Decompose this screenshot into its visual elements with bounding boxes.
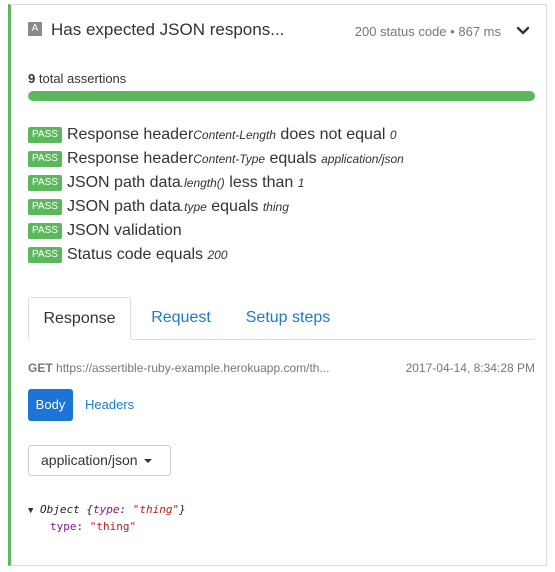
assertion-type-badge: A (28, 22, 42, 36)
assertion-item: PASS Response header Content-Length does… (28, 123, 404, 147)
assertion-text: Response header (66, 126, 194, 143)
request-method: GET (28, 361, 53, 375)
json-root-line[interactable]: ▼ Object {type: "thing"} (28, 502, 186, 519)
request-summary: GET https://assertible-ruby-example.hero… (28, 361, 535, 375)
json-viewer: ▼ Object {type: "thing"} type: "thing" (28, 502, 186, 534)
pass-badge: PASS (28, 175, 62, 191)
status-code-text: 200 status code (354, 24, 447, 39)
assertion-text: Status code equals (66, 246, 208, 263)
assertion-value: application/json (321, 152, 404, 166)
assertion-item: PASS JSON validation (28, 219, 404, 243)
progress-fill (28, 91, 535, 101)
assertion-value: 1 (297, 176, 305, 190)
pass-badge: PASS (28, 199, 62, 215)
request-url: https://assertible-ruby-example.herokuap… (56, 361, 330, 375)
assertion-item: PASS Response header Content-Type equals… (28, 147, 404, 171)
assertion-text: JSON validation (66, 222, 182, 239)
meta-separator: • (450, 24, 455, 39)
headers-tab-link[interactable]: Headers (85, 397, 134, 412)
assertion-comparison: does not equal (275, 126, 390, 143)
assertion-count-label: total assertions (38, 71, 127, 86)
json-key: type (50, 520, 77, 533)
request-timestamp: 2017-04-14, 8:34:28 PM (405, 361, 535, 375)
test-result-card: A Has expected JSON respons... 200 statu… (8, 4, 547, 566)
expand-triangle-icon[interactable]: ▼ (28, 506, 33, 516)
tab-response[interactable]: Response (28, 297, 131, 340)
assertion-value: 0 (389, 128, 397, 142)
json-property-line: type: "thing" (28, 519, 186, 534)
tab-request[interactable]: Request (137, 297, 225, 340)
card-header[interactable]: A Has expected JSON respons... 200 statu… (11, 5, 547, 59)
assertion-target: Content-Type (193, 152, 266, 166)
json-value: "thing" (89, 520, 137, 533)
body-tab-button[interactable]: Body (28, 389, 73, 421)
content-type-value: application/json (41, 452, 138, 468)
assertion-target: .length() (180, 176, 225, 190)
assertions-progress-bar (28, 91, 535, 101)
assertion-text: JSON path data (66, 174, 181, 191)
test-title: Has expected JSON respons... (51, 20, 285, 39)
json-object-close: } (179, 503, 186, 516)
json-separator: : (119, 503, 133, 516)
assertion-item: PASS JSON path data .type equals thing (28, 195, 404, 219)
tab-setup-steps[interactable]: Setup steps (233, 297, 343, 340)
assertion-comparison: equals (206, 198, 263, 215)
pass-badge: PASS (28, 247, 62, 263)
total-assertions: 9 total assertions (28, 71, 126, 86)
duration-text: 867 ms (458, 24, 501, 39)
assertion-target: Content-Length (193, 128, 276, 142)
content-type-select[interactable]: application/json (28, 445, 171, 476)
assertion-value: 200 (207, 248, 228, 262)
result-tabs: Response Request Setup steps (28, 297, 535, 340)
json-separator: : (76, 520, 90, 533)
assertion-text: JSON path data (66, 198, 181, 215)
assertion-comparison: equals (265, 150, 322, 167)
chevron-down-icon[interactable] (516, 24, 530, 38)
caret-down-icon (143, 459, 152, 464)
assertion-list: PASS Response header Content-Length does… (28, 123, 404, 267)
pass-badge: PASS (28, 223, 62, 239)
assertion-count: 9 (28, 71, 36, 86)
assertion-item: PASS JSON path data .length() less than … (28, 171, 404, 195)
assertion-comparison: less than (224, 174, 298, 191)
header-meta: 200 status code • 867 ms (355, 24, 501, 39)
assertion-item: PASS Status code equals 200 (28, 243, 404, 267)
assertion-text: Response header (66, 150, 194, 167)
assertion-target: .type (180, 200, 207, 214)
json-object-label: Object { (40, 503, 94, 516)
json-value: "thing" (132, 503, 180, 516)
pass-badge: PASS (28, 127, 62, 143)
pass-badge: PASS (28, 151, 62, 167)
json-key: type (93, 503, 120, 516)
assertion-value: thing (262, 200, 289, 214)
